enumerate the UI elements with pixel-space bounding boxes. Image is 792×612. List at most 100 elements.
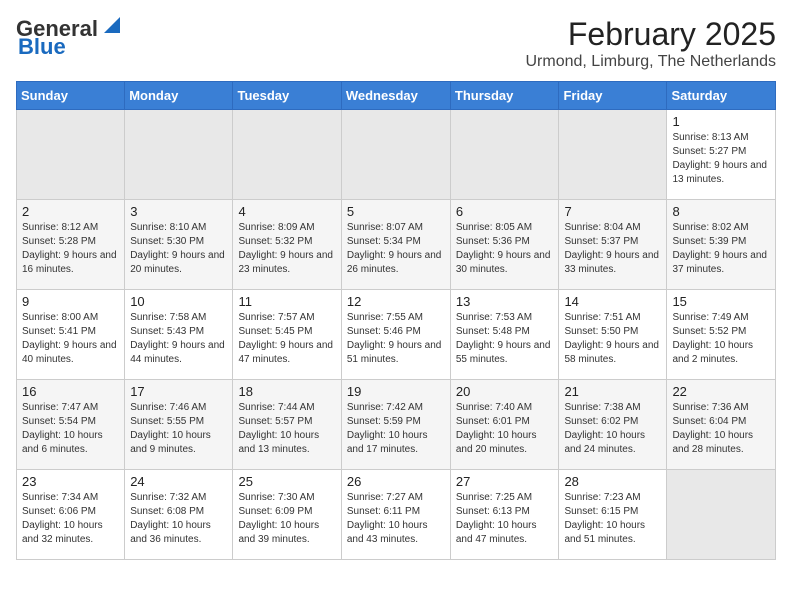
day-number: 12: [347, 294, 445, 309]
weekday-header: Tuesday: [233, 82, 341, 110]
calendar-cell: 4 Sunrise: 8:09 AM Sunset: 5:32 PM Daylig…: [233, 200, 341, 290]
calendar-cell: [667, 470, 776, 560]
calendar-cell: 28Sunrise: 7:23 AM Sunset: 6:15 PM Dayli…: [559, 470, 667, 560]
day-info: Sunrise: 7:38 AM Sunset: 6:02 PM Dayligh…: [564, 401, 661, 457]
calendar-cell: 12 Sunrise: 7:55 AM Sunset: 5:46 PM Dayli…: [341, 290, 450, 380]
day-info: Sunrise: 7:36 AM Sunset: 6:04 PM Dayligh…: [672, 401, 770, 457]
day-info: Sunrise: 8:12 AM Sunset: 5:28 PM Dayligh…: [22, 221, 119, 277]
title-section: February 2025 Urmond, Limburg, The Nethe…: [526, 16, 777, 71]
calendar-cell: 21 Sunrise: 7:38 AM Sunset: 6:02 PM Dayli…: [559, 380, 667, 470]
calendar-cell: 5 Sunrise: 8:07 AM Sunset: 5:34 PM Daylig…: [341, 200, 450, 290]
day-info: Sunrise: 7:55 AM Sunset: 5:46 PM Dayligh…: [347, 311, 445, 367]
calendar-cell: 17 Sunrise: 7:46 AM Sunset: 5:55 PM Dayli…: [125, 380, 233, 470]
day-number: 3: [130, 204, 227, 219]
calendar-cell: 14 Sunrise: 7:51 AM Sunset: 5:50 PM Dayli…: [559, 290, 667, 380]
calendar-cell: [341, 110, 450, 200]
day-info: Sunrise: 8:00 AM Sunset: 5:41 PM Dayligh…: [22, 311, 119, 367]
calendar-cell: 13 Sunrise: 7:53 AM Sunset: 5:48 PM Dayli…: [450, 290, 559, 380]
day-info: Sunrise: 7:46 AM Sunset: 5:55 PM Dayligh…: [130, 401, 227, 457]
calendar-cell: [559, 110, 667, 200]
day-number: 6: [456, 204, 554, 219]
calendar-cell: 27Sunrise: 7:25 AM Sunset: 6:13 PM Dayli…: [450, 470, 559, 560]
calendar-week-row: 23 Sunrise: 7:34 AM Sunset: 6:06 PM Dayli…: [17, 470, 776, 560]
calendar-cell: 10 Sunrise: 7:58 AM Sunset: 5:43 PM Dayli…: [125, 290, 233, 380]
day-number: 11: [238, 294, 335, 309]
calendar-header-row: SundayMondayTuesdayWednesdayThursdayFrid…: [17, 82, 776, 110]
calendar-cell: 6Sunrise: 8:05 AM Sunset: 5:36 PM Daylig…: [450, 200, 559, 290]
day-number: 4: [238, 204, 335, 219]
calendar-cell: [450, 110, 559, 200]
day-info: Sunrise: 8:02 AM Sunset: 5:39 PM Dayligh…: [672, 221, 770, 277]
calendar-cell: 9 Sunrise: 8:00 AM Sunset: 5:41 PM Daylig…: [17, 290, 125, 380]
day-number: 21: [564, 384, 661, 399]
day-number: 14: [564, 294, 661, 309]
day-number: 24: [130, 474, 227, 489]
weekday-header: Monday: [125, 82, 233, 110]
calendar-cell: 8 Sunrise: 8:02 AM Sunset: 5:39 PM Daylig…: [667, 200, 776, 290]
day-info: Sunrise: 7:27 AM Sunset: 6:11 PM Dayligh…: [347, 491, 445, 547]
logo-icon: [100, 13, 124, 37]
day-number: 25: [238, 474, 335, 489]
calendar-week-row: 1 Sunrise: 8:13 AM Sunset: 5:27 PM Daylig…: [17, 110, 776, 200]
day-info: Sunrise: 7:40 AM Sunset: 6:01 PM Dayligh…: [456, 401, 554, 457]
calendar-cell: 1 Sunrise: 8:13 AM Sunset: 5:27 PM Daylig…: [667, 110, 776, 200]
calendar-cell: 25 Sunrise: 7:30 AM Sunset: 6:09 PM Dayli…: [233, 470, 341, 560]
day-number: 8: [672, 204, 770, 219]
calendar-cell: 2Sunrise: 8:12 AM Sunset: 5:28 PM Daylig…: [17, 200, 125, 290]
day-number: 9: [22, 294, 119, 309]
day-number: 5: [347, 204, 445, 219]
day-info: Sunrise: 8:04 AM Sunset: 5:37 PM Dayligh…: [564, 221, 661, 277]
weekday-header: Saturday: [667, 82, 776, 110]
day-info: Sunrise: 7:44 AM Sunset: 5:57 PM Dayligh…: [238, 401, 335, 457]
calendar-cell: 22 Sunrise: 7:36 AM Sunset: 6:04 PM Dayli…: [667, 380, 776, 470]
day-info: Sunrise: 7:51 AM Sunset: 5:50 PM Dayligh…: [564, 311, 661, 367]
day-info: Sunrise: 7:53 AM Sunset: 5:48 PM Dayligh…: [456, 311, 554, 367]
day-number: 1: [672, 114, 770, 129]
day-info: Sunrise: 8:13 AM Sunset: 5:27 PM Dayligh…: [672, 131, 770, 187]
day-number: 10: [130, 294, 227, 309]
day-number: 18: [238, 384, 335, 399]
calendar-cell: 11 Sunrise: 7:57 AM Sunset: 5:45 PM Dayli…: [233, 290, 341, 380]
location-title: Urmond, Limburg, The Netherlands: [526, 53, 777, 71]
day-info: Sunrise: 7:58 AM Sunset: 5:43 PM Dayligh…: [130, 311, 227, 367]
calendar-table: SundayMondayTuesdayWednesdayThursdayFrid…: [16, 81, 776, 560]
logo: General Blue: [16, 16, 124, 60]
day-info: Sunrise: 7:49 AM Sunset: 5:52 PM Dayligh…: [672, 311, 770, 367]
month-title: February 2025: [526, 16, 777, 53]
day-number: 13: [456, 294, 554, 309]
day-number: 16: [22, 384, 119, 399]
weekday-header: Thursday: [450, 82, 559, 110]
day-number: 19: [347, 384, 445, 399]
calendar-cell: 20Sunrise: 7:40 AM Sunset: 6:01 PM Dayli…: [450, 380, 559, 470]
calendar-cell: 23 Sunrise: 7:34 AM Sunset: 6:06 PM Dayli…: [17, 470, 125, 560]
day-number: 27: [456, 474, 554, 489]
day-info: Sunrise: 8:10 AM Sunset: 5:30 PM Dayligh…: [130, 221, 227, 277]
calendar-cell: [233, 110, 341, 200]
day-number: 22: [672, 384, 770, 399]
calendar-week-row: 16 Sunrise: 7:47 AM Sunset: 5:54 PM Dayli…: [17, 380, 776, 470]
calendar-cell: [17, 110, 125, 200]
day-info: Sunrise: 7:34 AM Sunset: 6:06 PM Dayligh…: [22, 491, 119, 547]
calendar-cell: 26Sunrise: 7:27 AM Sunset: 6:11 PM Dayli…: [341, 470, 450, 560]
day-number: 15: [672, 294, 770, 309]
calendar-week-row: 9 Sunrise: 8:00 AM Sunset: 5:41 PM Daylig…: [17, 290, 776, 380]
day-info: Sunrise: 8:09 AM Sunset: 5:32 PM Dayligh…: [238, 221, 335, 277]
day-info: Sunrise: 7:30 AM Sunset: 6:09 PM Dayligh…: [238, 491, 335, 547]
day-number: 7: [564, 204, 661, 219]
calendar-cell: 24 Sunrise: 7:32 AM Sunset: 6:08 PM Dayli…: [125, 470, 233, 560]
day-info: Sunrise: 7:47 AM Sunset: 5:54 PM Dayligh…: [22, 401, 119, 457]
weekday-header: Friday: [559, 82, 667, 110]
calendar-week-row: 2Sunrise: 8:12 AM Sunset: 5:28 PM Daylig…: [17, 200, 776, 290]
calendar-cell: 3 Sunrise: 8:10 AM Sunset: 5:30 PM Daylig…: [125, 200, 233, 290]
day-info: Sunrise: 7:32 AM Sunset: 6:08 PM Dayligh…: [130, 491, 227, 547]
day-number: 23: [22, 474, 119, 489]
day-number: 17: [130, 384, 227, 399]
page-header: General Blue February 2025 Urmond, Limbu…: [16, 16, 776, 71]
day-info: Sunrise: 8:07 AM Sunset: 5:34 PM Dayligh…: [347, 221, 445, 277]
day-info: Sunrise: 7:57 AM Sunset: 5:45 PM Dayligh…: [238, 311, 335, 367]
weekday-header: Sunday: [17, 82, 125, 110]
calendar-cell: 16 Sunrise: 7:47 AM Sunset: 5:54 PM Dayli…: [17, 380, 125, 470]
weekday-header: Wednesday: [341, 82, 450, 110]
day-info: Sunrise: 7:23 AM Sunset: 6:15 PM Dayligh…: [564, 491, 661, 547]
calendar-cell: 15 Sunrise: 7:49 AM Sunset: 5:52 PM Dayli…: [667, 290, 776, 380]
